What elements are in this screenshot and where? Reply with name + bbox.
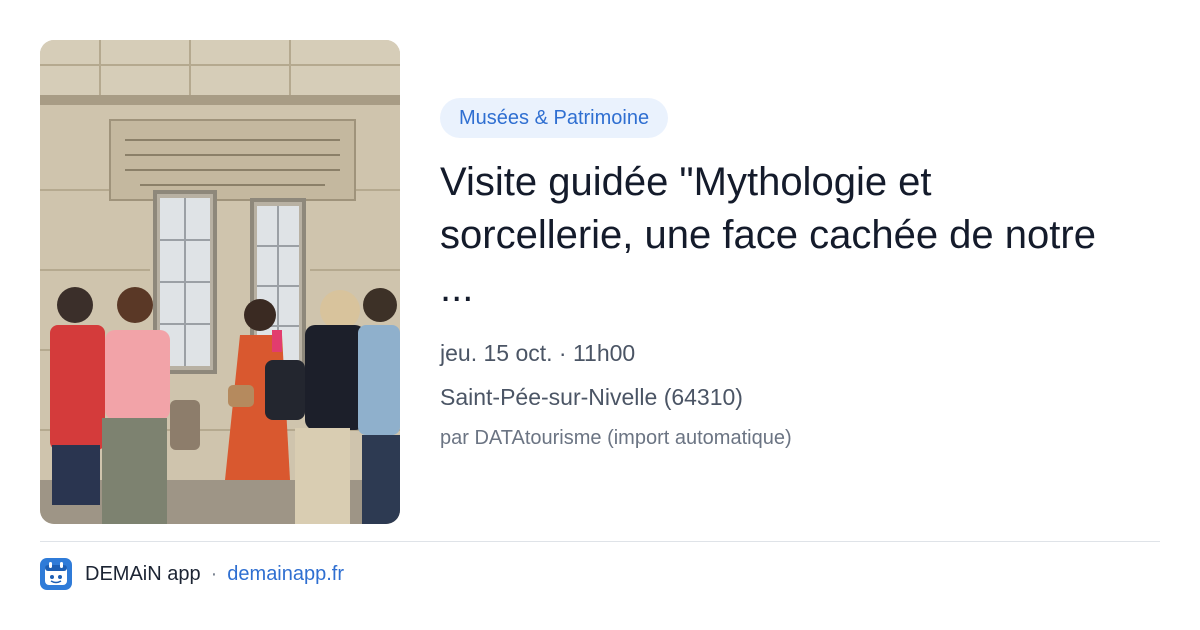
event-photo[interactable] [40, 40, 400, 524]
event-datetime: jeu. 15 oct. · 11h00 [440, 340, 636, 366]
app-name: DEMAiN app [85, 562, 201, 585]
event-source: par DATAtourisme (import automatique) [440, 427, 792, 449]
event-details: Musées & Patrimoine Visite guidée "Mytho… [440, 98, 1160, 451]
category-badge[interactable]: Musées & Patrimoine [440, 98, 669, 138]
footer-divider [40, 541, 1160, 542]
event-preview-card[interactable]: Musées & Patrimoine Visite guidée "Mytho… [0, 0, 1200, 630]
event-location: Saint-Pée-sur-Nivelle (64310) [440, 384, 743, 410]
footer-separator: · [210, 562, 218, 585]
app-url-link[interactable]: demainapp.fr [227, 563, 344, 586]
footer: DEMAiN app · demainapp.fr [40, 558, 344, 590]
demain-app-icon[interactable] [40, 558, 72, 590]
event-title[interactable]: Visite guidée "Mythologie et sorcellerie… [440, 156, 1120, 315]
